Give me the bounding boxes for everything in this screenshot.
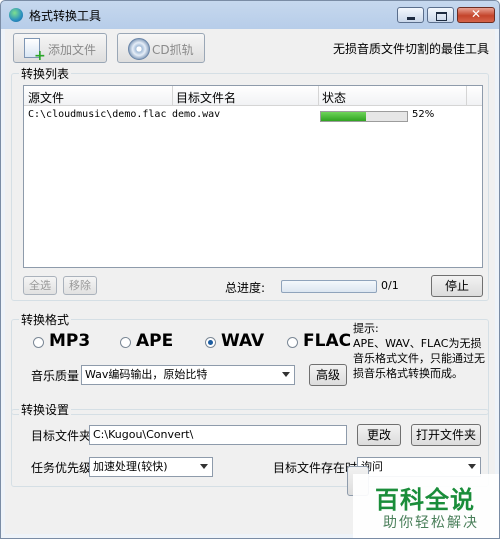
minimize-icon [407, 17, 415, 20]
cd-rip-button[interactable]: CD抓轨 [117, 33, 205, 63]
target-folder-input[interactable]: C:\Kugou\Convert\ [89, 425, 347, 445]
app-window: 格式转换工具 ✕ + 添加文件 CD抓轨 无损音质文件切割的最佳工具 转换列表 … [0, 0, 500, 539]
column-divider[interactable] [172, 86, 173, 105]
quality-label: 音乐质量 [31, 369, 80, 383]
open-folder-button[interactable]: 打开文件夹 [411, 424, 481, 446]
column-source[interactable]: 源文件 [28, 89, 64, 106]
plus-icon: + [34, 48, 46, 64]
radio-ape-label: APE [136, 331, 174, 351]
maximize-icon [436, 12, 447, 21]
total-progress-count: 0/1 [381, 279, 399, 292]
column-divider[interactable] [466, 86, 467, 105]
file-list[interactable]: 源文件 目标文件名 状态 C:\cloudmusic\demo.flac dem… [23, 85, 483, 268]
watermark-subtitle: 助你轻松解决 [383, 515, 479, 531]
window-title: 格式转换工具 [29, 9, 102, 23]
total-progress-label: 总进度: [225, 281, 266, 295]
priority-label: 任务优先级 [31, 461, 92, 475]
watermark-title: 百科全说 [375, 486, 475, 514]
radio-mp3-label: MP3 [49, 331, 91, 351]
item-progress-fill [321, 112, 366, 121]
radio-flac-label: FLAC [303, 331, 352, 351]
priority-select[interactable]: 加速处理(较快) [89, 457, 213, 477]
format-group-title: 转换格式 [19, 311, 72, 328]
quality-value: Wav编码输出，原始比特 [85, 368, 208, 381]
chevron-down-icon[interactable] [282, 372, 290, 377]
format-hint: 提示: APE、WAV、FLAC为无损音乐格式文件，只能通过无损音乐格式转换而成… [353, 322, 485, 380]
cd-rip-label: CD抓轨 [152, 43, 194, 57]
add-file-label: 添加文件 [48, 43, 97, 57]
chevron-down-icon[interactable] [200, 464, 208, 469]
list-item[interactable]: C:\cloudmusic\demo.flac demo.wav 52% [24, 107, 482, 125]
file-exists-label: 目标文件存在时 [273, 461, 358, 475]
total-progress-bar [281, 280, 377, 293]
column-divider[interactable] [318, 86, 319, 105]
settings-group-title: 转换设置 [19, 401, 72, 418]
target-file-cell: demo.wav [172, 109, 221, 120]
target-folder-label: 目标文件夹 [31, 429, 92, 443]
source-file-cell: C:\cloudmusic\demo.flac [28, 109, 167, 120]
change-folder-button[interactable]: 更改 [357, 424, 401, 446]
select-all-button[interactable]: 全选 [23, 276, 57, 295]
list-header: 源文件 目标文件名 状态 [24, 86, 482, 106]
client-area: + 添加文件 CD抓轨 无损音质文件切割的最佳工具 转换列表 源文件 目标文件名… [5, 29, 495, 534]
radio-wav-label: WAV [221, 331, 265, 351]
item-progress-bar [320, 111, 408, 122]
radio-ape-dot[interactable] [120, 337, 131, 348]
add-file-button[interactable]: + 添加文件 [13, 33, 107, 64]
close-icon: ✕ [470, 7, 482, 21]
watermark: 百科全说 助你轻松解决 [353, 474, 499, 538]
maximize-button[interactable] [427, 7, 454, 23]
column-status[interactable]: 状态 [322, 89, 346, 106]
app-logo-icon [9, 8, 23, 22]
title-bar[interactable]: 格式转换工具 ✕ [1, 1, 499, 29]
chevron-down-icon[interactable] [468, 464, 476, 469]
priority-value: 加速处理(较快) [93, 460, 168, 473]
radio-mp3-dot[interactable] [33, 337, 44, 348]
conversion-list-title: 转换列表 [19, 65, 72, 82]
advanced-button[interactable]: 高级 [309, 364, 347, 386]
remove-button[interactable]: 移除 [63, 276, 97, 295]
stop-button[interactable]: 停止 [431, 275, 483, 297]
radio-wav-dot[interactable] [205, 337, 216, 348]
tagline: 无损音质文件切割的最佳工具 [333, 42, 490, 56]
minimize-button[interactable] [397, 7, 424, 23]
quality-select[interactable]: Wav编码输出，原始比特 [81, 365, 295, 385]
cd-icon [128, 38, 150, 60]
item-progress-text: 52% [412, 109, 435, 120]
close-button[interactable]: ✕ [457, 7, 495, 23]
column-target[interactable]: 目标文件名 [176, 89, 236, 106]
radio-flac-dot[interactable] [287, 337, 298, 348]
